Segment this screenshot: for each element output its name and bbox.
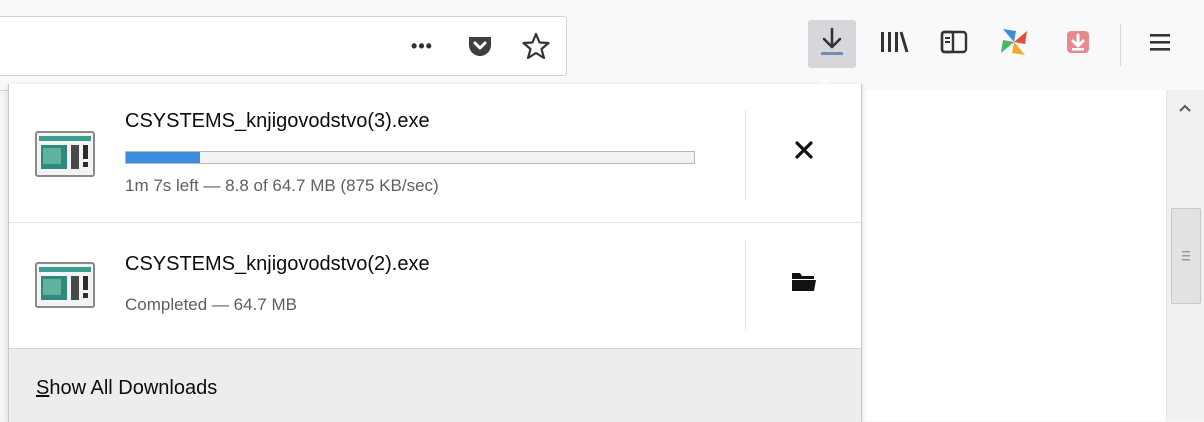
exe-file-icon bbox=[35, 130, 95, 178]
vertical-scrollbar[interactable] bbox=[1166, 90, 1204, 421]
download-filename: CSYSTEMS_knjigovodstvo(3).exe bbox=[125, 110, 430, 132]
open-folder-icon bbox=[791, 270, 817, 297]
sidebar-icon bbox=[940, 30, 968, 59]
extension-pinwheel-button[interactable] bbox=[990, 20, 1038, 68]
pocket-icon[interactable] bbox=[458, 17, 502, 75]
show-all-downloads-label: Show All Downloads bbox=[36, 377, 218, 399]
exe-file-icon bbox=[35, 261, 95, 309]
more-actions-icon[interactable]: ••• bbox=[400, 17, 444, 75]
page-content bbox=[860, 90, 1204, 421]
downloads-button[interactable] bbox=[808, 20, 856, 68]
browser-toolbar: ••• bbox=[0, 0, 1204, 91]
library-button[interactable] bbox=[870, 20, 918, 68]
sidebar-button[interactable] bbox=[930, 20, 978, 68]
download-status: Completed — 64.7 MB bbox=[125, 295, 297, 314]
bookmark-star-icon[interactable] bbox=[514, 17, 558, 75]
cancel-icon bbox=[794, 140, 814, 165]
download-item[interactable]: CSYSTEMS_knjigovodstvo(3).exe 1m 7s left… bbox=[9, 92, 861, 223]
show-all-downloads-button[interactable]: Show All Downloads bbox=[9, 348, 861, 422]
downloads-panel: CSYSTEMS_knjigovodstvo(3).exe 1m 7s left… bbox=[8, 84, 862, 422]
download-progress-bar bbox=[125, 151, 695, 164]
download-status: 1m 7s left — 8.8 of 64.7 MB (875 KB/sec) bbox=[125, 176, 439, 195]
hamburger-menu-icon bbox=[1147, 30, 1173, 59]
menu-button[interactable] bbox=[1136, 20, 1184, 68]
scrollbar-thumb[interactable] bbox=[1171, 208, 1201, 304]
extension-pinwheel-icon bbox=[997, 25, 1031, 64]
cancel-download-button[interactable] bbox=[769, 122, 839, 182]
extension-download-button[interactable] bbox=[1054, 20, 1102, 68]
downloads-icon bbox=[818, 26, 846, 63]
download-progress-fill bbox=[126, 152, 200, 163]
toolbar-separator bbox=[1120, 24, 1121, 66]
open-folder-button[interactable] bbox=[769, 253, 839, 313]
extension-download-icon bbox=[1065, 29, 1091, 60]
library-icon bbox=[878, 29, 910, 60]
download-filename: CSYSTEMS_knjigovodstvo(2).exe bbox=[125, 253, 430, 275]
scroll-up-arrow-icon[interactable] bbox=[1175, 98, 1195, 118]
download-item[interactable]: CSYSTEMS_knjigovodstvo(2).exe Completed … bbox=[9, 223, 861, 353]
url-bar[interactable]: ••• bbox=[0, 16, 567, 76]
item-divider bbox=[745, 241, 746, 331]
item-divider bbox=[745, 110, 746, 200]
